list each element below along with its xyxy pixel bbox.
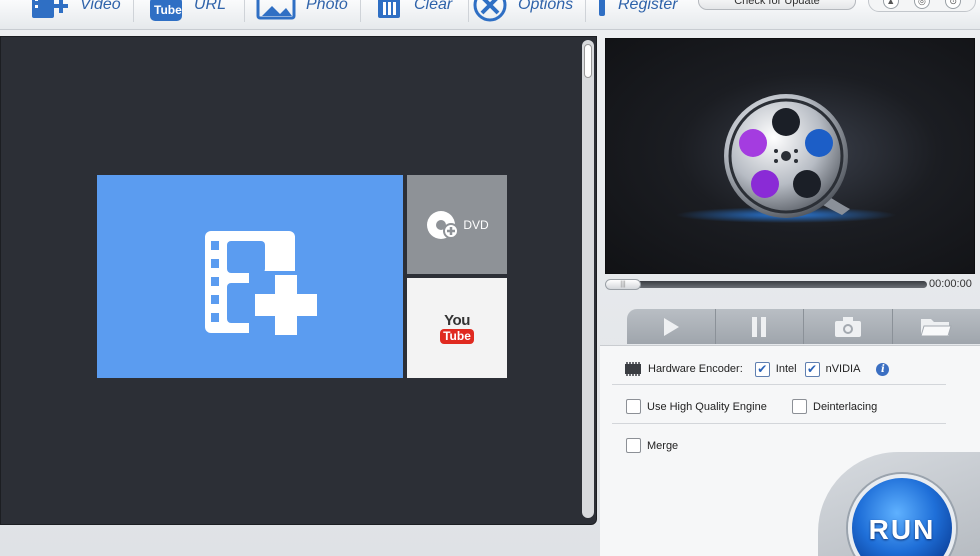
- toolbar-separator: [133, 0, 134, 22]
- snapshot-button[interactable]: [804, 309, 893, 344]
- folder-icon: [920, 318, 952, 336]
- info-icon[interactable]: i: [876, 362, 890, 376]
- merge-label: Merge: [647, 439, 679, 452]
- nvidia-checkbox[interactable]: ✔: [804, 361, 820, 377]
- toolbar-separator: [585, 0, 586, 22]
- trash-icon: [378, 0, 400, 18]
- merge-checkbox[interactable]: [626, 438, 641, 453]
- url-tube-text: Tube: [154, 3, 182, 17]
- play-button[interactable]: [627, 309, 716, 344]
- check-update-button[interactable]: Check for Update: [698, 0, 856, 10]
- add-video-button[interactable]: Video: [30, 0, 121, 24]
- minimize-icon[interactable]: ◎: [913, 0, 930, 9]
- dvd-label: DVD: [463, 217, 489, 232]
- settings-divider: [612, 384, 946, 385]
- open-folder-button[interactable]: [893, 309, 980, 344]
- close-icon[interactable]: ⊙: [945, 0, 962, 9]
- add-dvd-tile[interactable]: DVD: [407, 175, 507, 274]
- high-quality-label: Use High Quality Engine: [647, 400, 767, 413]
- chip-icon: [625, 362, 641, 376]
- deinterlacing-checkbox[interactable]: [792, 399, 807, 414]
- toolbar: Video Tube URL Photo Clear Options Regis…: [0, 0, 980, 30]
- options-label: Options: [518, 0, 574, 13]
- file-list-scrollbar[interactable]: [582, 40, 594, 518]
- toolbar-separator: [468, 0, 469, 22]
- player-controls: [627, 309, 980, 344]
- add-video-large-icon: [205, 231, 321, 343]
- youtube-tile[interactable]: You Tube: [407, 278, 507, 378]
- toolbar-separator: [244, 0, 245, 22]
- pause-icon: [752, 316, 767, 337]
- high-quality-row: Use High Quality Engine: [626, 399, 767, 414]
- key-icon: [599, 0, 605, 16]
- camera-icon: [834, 316, 861, 337]
- photo-label: Photo: [306, 0, 348, 13]
- photo-icon: [256, 0, 296, 20]
- youtube-logo-tube: Tube: [440, 328, 474, 344]
- window-controls: ▲ ◎ ⊙: [868, 0, 976, 12]
- video-preview: [605, 38, 975, 274]
- youtube-logo-you: You: [444, 311, 470, 329]
- time-display: 00:00:00: [929, 278, 972, 290]
- add-video-icon: [32, 0, 68, 18]
- pause-button[interactable]: [716, 309, 804, 344]
- high-quality-checkbox[interactable]: [626, 399, 641, 414]
- options-button[interactable]: Options: [472, 0, 573, 24]
- add-video-tile[interactable]: [97, 175, 403, 378]
- nvidia-label: nVIDIA: [825, 363, 861, 375]
- register-label: Register: [618, 0, 678, 13]
- merge-row: Merge: [626, 438, 678, 453]
- toolbar-separator: [360, 0, 361, 22]
- seek-bar[interactable]: [607, 281, 927, 288]
- clear-label: Clear: [414, 0, 453, 13]
- add-url-button[interactable]: Tube URL: [148, 0, 226, 24]
- register-button[interactable]: Register: [596, 0, 678, 24]
- user-icon[interactable]: ▲: [882, 0, 899, 9]
- intel-checkbox[interactable]: ✔: [754, 361, 770, 377]
- dvd-disc-icon: [427, 210, 460, 239]
- add-photo-button[interactable]: Photo: [256, 0, 348, 24]
- seek-bar-row: ||| 00:00:00: [605, 278, 980, 292]
- hardware-encoder-label: Hardware Encoder:: [648, 363, 743, 375]
- film-reel-logo-icon: [676, 94, 896, 223]
- clear-button[interactable]: Clear: [374, 0, 452, 24]
- options-wrench-icon: [473, 0, 507, 22]
- play-icon: [663, 317, 679, 336]
- url-label: URL: [194, 0, 227, 13]
- video-label: Video: [80, 0, 121, 13]
- scrollbar-thumb[interactable]: [584, 44, 592, 78]
- deinterlacing-row: Deinterlacing: [792, 399, 877, 414]
- run-label: RUN: [868, 514, 936, 545]
- intel-label: Intel: [775, 363, 797, 375]
- settings-divider: [612, 423, 946, 424]
- seek-handle[interactable]: |||: [605, 279, 641, 290]
- deinterlacing-label: Deinterlacing: [813, 400, 878, 413]
- hardware-encoder-row: Hardware Encoder: ✔ Intel ✔ nVIDIA i: [624, 361, 890, 377]
